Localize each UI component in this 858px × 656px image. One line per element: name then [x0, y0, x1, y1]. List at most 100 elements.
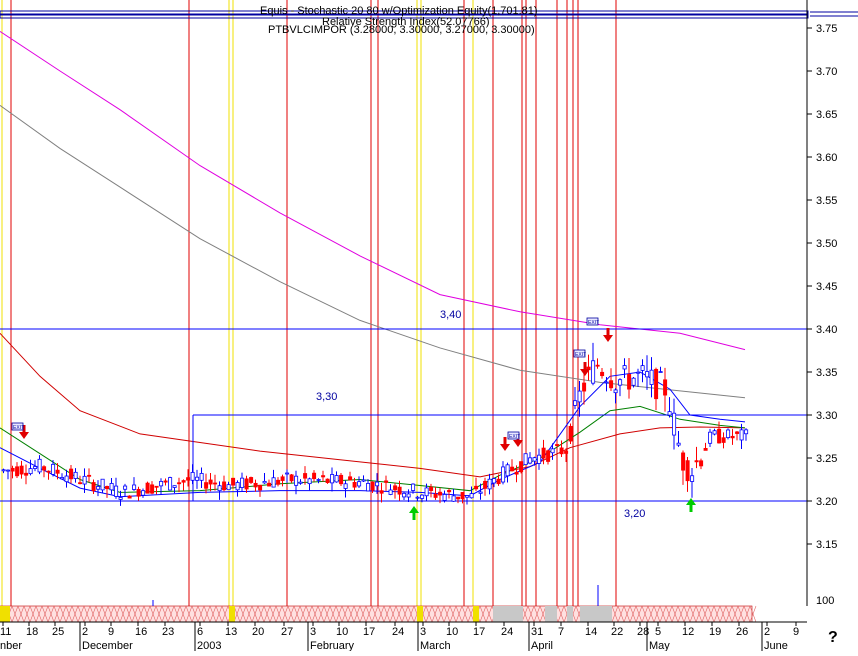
y-tick-label: 3.45 — [816, 281, 837, 293]
candle-body — [501, 466, 506, 483]
x-day-label: 23 — [162, 626, 174, 638]
exit-tag: EXIT — [586, 317, 599, 326]
exit-tag-label: EXIT — [575, 352, 586, 358]
candle-body — [303, 473, 308, 479]
candle-body — [541, 447, 546, 459]
candle-body — [177, 482, 182, 485]
candle-body — [474, 485, 479, 490]
candle-body — [87, 474, 92, 477]
candle-body — [469, 493, 474, 499]
x-day-label: 31 — [531, 626, 543, 638]
moving-averages — [0, 31, 746, 498]
candle-body — [604, 381, 609, 384]
candle-body — [343, 483, 348, 489]
y-tick-label: 3.70 — [816, 66, 837, 78]
arrow-head — [500, 444, 510, 451]
candle-body — [199, 473, 204, 481]
candle-body — [366, 482, 371, 492]
candle-body — [222, 481, 227, 491]
exit-tag-label: EXIT — [588, 320, 599, 326]
candle-body — [397, 486, 402, 495]
x-day-label: 24 — [501, 626, 513, 638]
candle-body — [267, 482, 272, 487]
candle-body — [325, 478, 330, 484]
candle-body — [361, 479, 366, 482]
level-label: 3,40 — [440, 309, 461, 321]
x-month-label: December — [82, 640, 133, 651]
candle-body — [240, 477, 245, 488]
candle-body — [186, 477, 191, 481]
candle-body — [132, 484, 137, 490]
candle-body — [141, 490, 146, 496]
candle-body — [163, 480, 168, 483]
x-day-label: 25 — [52, 626, 64, 638]
candle-body — [316, 479, 321, 481]
candle-body — [699, 460, 704, 467]
footer-indicator-value: 100 — [816, 595, 834, 607]
candle-body — [154, 485, 159, 488]
candle-body — [384, 480, 389, 483]
candle-body — [744, 429, 749, 435]
x-month-label: March — [420, 640, 451, 651]
candle-body — [307, 478, 312, 485]
candle-body — [721, 437, 726, 443]
candle-body — [280, 476, 285, 481]
x-day-label: 17 — [473, 626, 485, 638]
help-icon[interactable]: ? — [828, 629, 838, 646]
candle-body — [55, 469, 60, 474]
x-month-label: nber — [0, 640, 22, 651]
candle-body — [370, 481, 375, 491]
candle-body — [739, 429, 744, 441]
candle-body — [136, 488, 141, 497]
x-month-label: February — [310, 640, 355, 651]
candle-body — [478, 491, 483, 494]
candle-body — [294, 475, 299, 486]
x-day-label: 20 — [252, 626, 264, 638]
x-day-label: 2 — [82, 626, 88, 638]
candle-body — [91, 482, 96, 492]
indicator-gray-block — [580, 606, 612, 622]
candle-body — [667, 411, 672, 416]
candle-body — [172, 485, 177, 488]
y-tick-label: 3.65 — [816, 109, 837, 121]
candle-body — [33, 466, 38, 469]
x-day-label: 3 — [420, 626, 426, 638]
indicator-yellow-block — [229, 606, 235, 622]
candle-body — [100, 478, 105, 491]
candle-body — [6, 469, 11, 472]
candle-body — [546, 450, 551, 462]
candle-body — [735, 431, 740, 434]
x-day-label: 26 — [736, 626, 748, 638]
y-tick-label: 3.15 — [816, 539, 837, 551]
candle-body — [181, 480, 186, 483]
candle-body — [73, 471, 78, 479]
candle-body — [357, 481, 362, 487]
exit-tag: EXIT — [11, 422, 24, 431]
exit-tag: EXIT — [507, 431, 520, 440]
candle-body — [559, 447, 564, 455]
candle-body — [78, 482, 83, 485]
y-tick-label: 3.25 — [816, 453, 837, 465]
y-tick-label: 3.40 — [816, 324, 837, 336]
candle-body — [456, 496, 461, 500]
candle-body — [640, 365, 645, 371]
indicator-gray-block — [545, 606, 557, 622]
candle-body — [348, 476, 353, 481]
x-day-label: 10 — [336, 626, 348, 638]
candle-body — [195, 476, 200, 481]
x-day-label: 2 — [764, 626, 770, 638]
buy-arrow — [686, 498, 696, 512]
candle-body — [42, 466, 47, 471]
candle-body — [708, 431, 713, 444]
candle-body — [411, 483, 416, 491]
candle-body — [460, 492, 465, 500]
candle-body — [496, 478, 501, 485]
candle-body — [663, 379, 668, 396]
candle-body — [330, 474, 335, 484]
candle-body — [424, 487, 429, 497]
candle-body — [690, 475, 695, 482]
candle-body — [672, 412, 677, 436]
ma-long-magenta — [0, 31, 746, 351]
candle-body — [627, 374, 632, 390]
candle-body — [105, 485, 110, 490]
